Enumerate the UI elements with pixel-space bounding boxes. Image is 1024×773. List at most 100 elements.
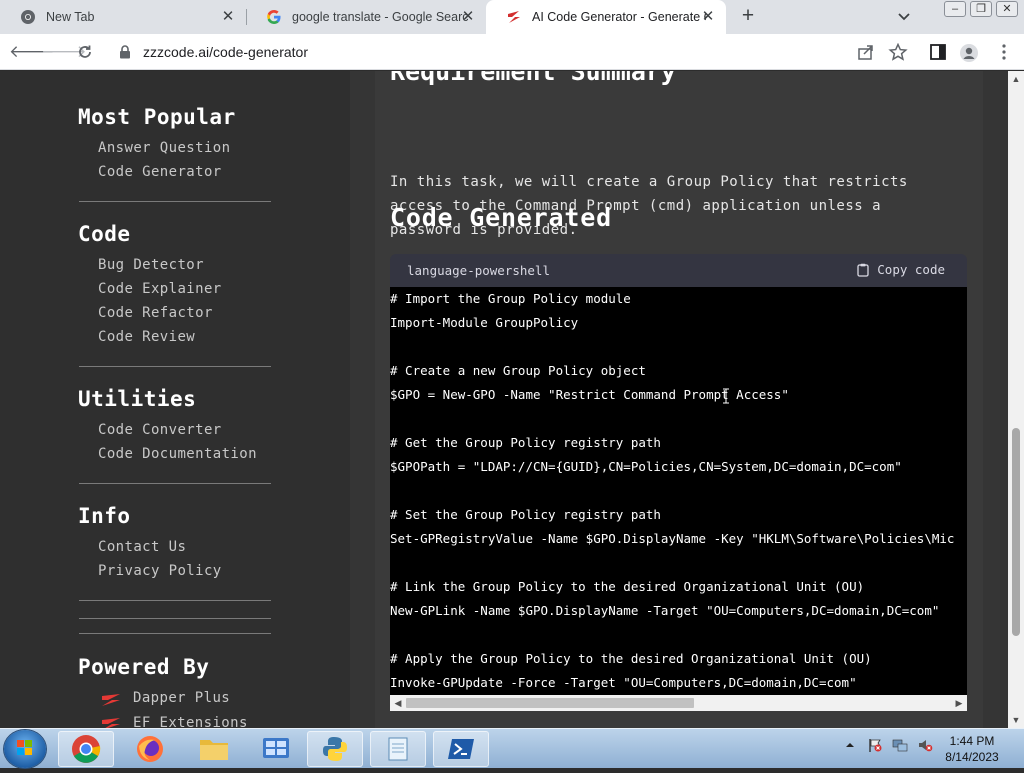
sidebar-link-code-converter[interactable]: Code Converter	[98, 422, 222, 438]
sidebar-link-dapper-plus[interactable]: Dapper Plus	[133, 690, 230, 706]
reload-icon[interactable]	[73, 40, 97, 64]
code-block-header: language-powershell Copy code	[390, 254, 967, 287]
sidebar-link-code-review[interactable]: Code Review	[98, 329, 195, 345]
clipboard-icon	[857, 263, 869, 277]
code-line: $GPO = New-GPO -Name "Restrict Command P…	[390, 387, 789, 402]
browser-toolbar: 🡐 🡒 zzzcode.ai/code-generator	[0, 34, 1024, 70]
clock-time: 1:44 PM	[949, 734, 995, 748]
lock-icon	[119, 45, 131, 59]
close-tab-icon[interactable]: ✕	[460, 9, 476, 25]
tab-ai-code-generator[interactable]: AI Code Generator - Generate Code ✕	[486, 0, 726, 34]
code-line: Import-Module GroupPolicy	[390, 315, 579, 330]
divider	[79, 201, 271, 202]
windows-taskbar: 1:44 PM 8/14/2023	[0, 728, 1024, 768]
close-tab-icon[interactable]: ✕	[220, 9, 236, 25]
code-line: # Create a new Group Policy object	[390, 363, 646, 378]
taskbar-python[interactable]	[307, 731, 363, 767]
taskbar-control-panel[interactable]	[248, 731, 304, 767]
taskbar-chrome[interactable]	[58, 731, 114, 767]
close-tab-icon[interactable]: ✕	[700, 9, 716, 25]
minimize-icon[interactable]: –	[944, 1, 966, 17]
scroll-left-arrow-icon[interactable]: ◀	[393, 698, 403, 708]
python-icon	[323, 737, 347, 761]
sidebar-link-code-generator[interactable]: Code Generator	[98, 164, 222, 180]
tab-search-chevron-icon[interactable]	[894, 8, 914, 26]
code-generated-heading: Code Generated	[390, 203, 612, 232]
back-arrow-icon[interactable]: 🡐	[9, 40, 55, 64]
taskbar-file-explorer[interactable]	[186, 731, 242, 767]
ef-extensions-logo-icon	[100, 717, 122, 728]
code-line: # Set the Group Policy registry path	[390, 507, 661, 522]
chrome-icon	[72, 735, 101, 763]
tab-title: AI Code Generator - Generate Code	[532, 10, 706, 24]
url-text: zzzcode.ai/code-generator	[143, 44, 308, 60]
scroll-down-arrow-icon[interactable]: ▼	[1011, 715, 1021, 725]
divider	[79, 600, 271, 601]
dapper-plus-logo-icon	[100, 693, 122, 707]
divider	[79, 618, 271, 619]
network-icon[interactable]	[892, 737, 908, 753]
start-button[interactable]	[4, 730, 46, 768]
sidebar-link-code-explainer[interactable]: Code Explainer	[98, 281, 222, 297]
tab-google-search[interactable]: google translate - Google Search ✕	[246, 0, 486, 34]
restore-icon[interactable]: ❐	[970, 1, 992, 17]
code-line: # Import the Group Policy module	[390, 291, 631, 306]
text-cursor-icon	[723, 388, 729, 404]
action-center-flag-icon[interactable]	[867, 737, 883, 753]
close-window-icon[interactable]: ✕	[996, 1, 1018, 17]
sidebar-link-contact-us[interactable]: Contact Us	[98, 539, 186, 555]
profile-avatar-icon[interactable]	[959, 43, 979, 62]
taskbar-firefox[interactable]	[122, 731, 178, 767]
google-icon	[266, 9, 282, 25]
code-line: # Apply the Group Policy to the desired …	[390, 651, 872, 666]
scrollbar-thumb[interactable]	[1012, 428, 1020, 636]
scroll-right-arrow-icon[interactable]: ▶	[954, 698, 964, 708]
copy-code-button[interactable]: Copy code	[857, 262, 945, 277]
tab-title: New Tab	[46, 10, 95, 24]
address-bar[interactable]: zzzcode.ai/code-generator	[108, 38, 888, 66]
window-controls: – ❐ ✕	[940, 1, 1018, 17]
divider	[79, 366, 271, 367]
sidebar-link-privacy-policy[interactable]: Privacy Policy	[98, 563, 222, 579]
requirement-summary-heading: Requirement Summary	[390, 71, 676, 86]
section-title-powered-by: Powered By	[78, 655, 210, 679]
scroll-up-arrow-icon[interactable]: ▲	[1011, 74, 1021, 84]
sidebar-link-bug-detector[interactable]: Bug Detector	[98, 257, 204, 273]
tab-new-tab[interactable]: New Tab ✕	[0, 0, 246, 34]
powershell-icon	[448, 739, 474, 759]
web-page: Most Popular Answer Question Code Genera…	[0, 71, 1024, 728]
summary-line: In this task, we will create a Group Pol…	[390, 174, 908, 190]
scrollbar-thumb[interactable]	[406, 698, 694, 708]
code-line: New-GPLink -Name $GPO.DisplayName -Targe…	[390, 603, 940, 618]
side-panel-icon[interactable]	[928, 43, 948, 61]
code-block[interactable]: # Import the Group Policy module Import-…	[390, 287, 967, 695]
code-line: # Link the Group Policy to the desired O…	[390, 579, 865, 594]
system-clock[interactable]: 1:44 PM 8/14/2023	[940, 733, 1004, 765]
taskbar-notepad[interactable]	[370, 731, 426, 767]
code-line: $GPOPath = "LDAP://CN={GUID},CN=Policies…	[390, 459, 902, 474]
bookmark-star-icon[interactable]	[888, 42, 908, 61]
folder-icon	[200, 740, 228, 760]
notepad-icon	[388, 737, 408, 761]
volume-muted-icon[interactable]	[917, 737, 933, 753]
sidebar-link-code-documentation[interactable]: Code Documentation	[98, 446, 257, 462]
system-tray	[842, 737, 942, 753]
share-icon[interactable]	[856, 43, 876, 61]
page-vertical-scrollbar[interactable]: ▲ ▼	[1008, 71, 1024, 728]
code-line: # Get the Group Policy registry path	[390, 435, 661, 450]
sidebar-link-answer-question[interactable]: Answer Question	[98, 140, 230, 156]
taskbar-powershell[interactable]	[433, 731, 489, 767]
new-tab-icon[interactable]: +	[736, 5, 760, 29]
copy-code-label: Copy code	[877, 262, 945, 277]
section-title-most-popular: Most Popular	[78, 105, 236, 129]
divider	[79, 633, 271, 634]
show-hidden-icons-chevron-icon[interactable]	[842, 737, 858, 753]
browser-menu-icon[interactable]	[994, 43, 1014, 61]
section-title-code: Code	[78, 222, 131, 246]
section-title-utilities: Utilities	[78, 387, 197, 411]
sidebar-link-code-refactor[interactable]: Code Refactor	[98, 305, 213, 321]
sidebar-link-ef-extensions[interactable]: EF Extensions	[133, 715, 248, 728]
browser-tab-strip: New Tab ✕ google translate - Google Sear…	[0, 0, 1024, 34]
code-horizontal-scrollbar[interactable]: ◀ ▶	[390, 695, 967, 711]
forward-arrow-icon[interactable]: 🡒	[41, 40, 87, 64]
